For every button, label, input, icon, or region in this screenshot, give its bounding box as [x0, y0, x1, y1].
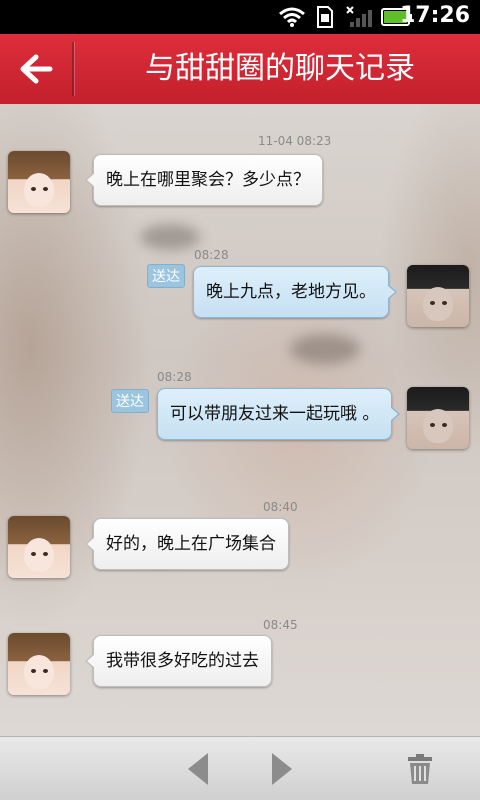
- contact-avatar[interactable]: [8, 516, 70, 578]
- arrow-left-icon: [20, 54, 53, 84]
- contact-avatar[interactable]: [8, 151, 70, 213]
- avatar-eye: [31, 187, 36, 191]
- avatar-eye: [31, 669, 36, 673]
- avatar-eye: [43, 552, 48, 556]
- status-bar: 17:26: [0, 0, 480, 34]
- avatar-eye: [31, 552, 36, 556]
- message-timestamp: 08:45: [263, 618, 298, 632]
- trash-icon: [408, 754, 432, 784]
- avatar-eye: [43, 187, 48, 191]
- background-photo-eye: [290, 334, 360, 364]
- avatar-eye: [442, 423, 447, 427]
- outgoing-message-bubble[interactable]: 晚上九点，老地方见。: [193, 266, 397, 318]
- outgoing-message-bubble[interactable]: 可以带朋友过来一起玩哦 。: [157, 388, 401, 440]
- avatar-face: [423, 287, 453, 321]
- screen: 17:26 与甜甜圈的聊天记录 11-04 08:23 晚上在哪里聚会？多少点？…: [0, 0, 480, 800]
- incoming-message-bubble[interactable]: 好的，晚上在广场集合: [85, 518, 289, 570]
- self-avatar[interactable]: [407, 387, 469, 449]
- avatar-face: [24, 655, 54, 689]
- avatar-eye: [430, 301, 435, 305]
- title-divider: [72, 42, 74, 96]
- clock: 17:26: [399, 3, 470, 28]
- message-timestamp: 08:40: [263, 500, 298, 514]
- contact-avatar[interactable]: [8, 633, 70, 695]
- delivered-badge: 送达: [111, 389, 149, 413]
- delete-button[interactable]: [400, 749, 440, 789]
- page-title: 与甜甜圈的聊天记录: [145, 51, 415, 86]
- delivered-badge: 送达: [147, 264, 185, 288]
- avatar-face: [423, 409, 453, 443]
- triangle-left-icon: [188, 753, 208, 785]
- message-timestamp: 11-04 08:23: [258, 134, 332, 148]
- message-timestamp: 08:28: [194, 248, 229, 262]
- next-page-button[interactable]: [262, 749, 302, 789]
- avatar-face: [24, 538, 54, 572]
- avatar-eye: [43, 669, 48, 673]
- back-button[interactable]: [0, 34, 72, 104]
- triangle-right-icon: [272, 753, 292, 785]
- message-timestamp: 08:28: [157, 370, 192, 384]
- chat-history[interactable]: 11-04 08:23 晚上在哪里聚会？多少点？ 08:28 送达 晚上九点，老…: [0, 104, 480, 736]
- previous-page-button[interactable]: [178, 749, 218, 789]
- self-avatar[interactable]: [407, 265, 469, 327]
- incoming-message-bubble[interactable]: 晚上在哪里聚会？多少点？: [85, 154, 323, 206]
- bottom-toolbar: [0, 736, 480, 800]
- incoming-message-bubble[interactable]: 我带很多好吃的过去: [85, 635, 272, 687]
- avatar-eye: [442, 301, 447, 305]
- background-photo-eye: [140, 224, 200, 250]
- avatar-face: [24, 173, 54, 207]
- sim-card-icon: [317, 6, 333, 28]
- title-bar: 与甜甜圈的聊天记录: [0, 34, 480, 106]
- avatar-eye: [430, 423, 435, 427]
- wifi-icon: [279, 7, 305, 27]
- no-signal-icon: [346, 6, 372, 27]
